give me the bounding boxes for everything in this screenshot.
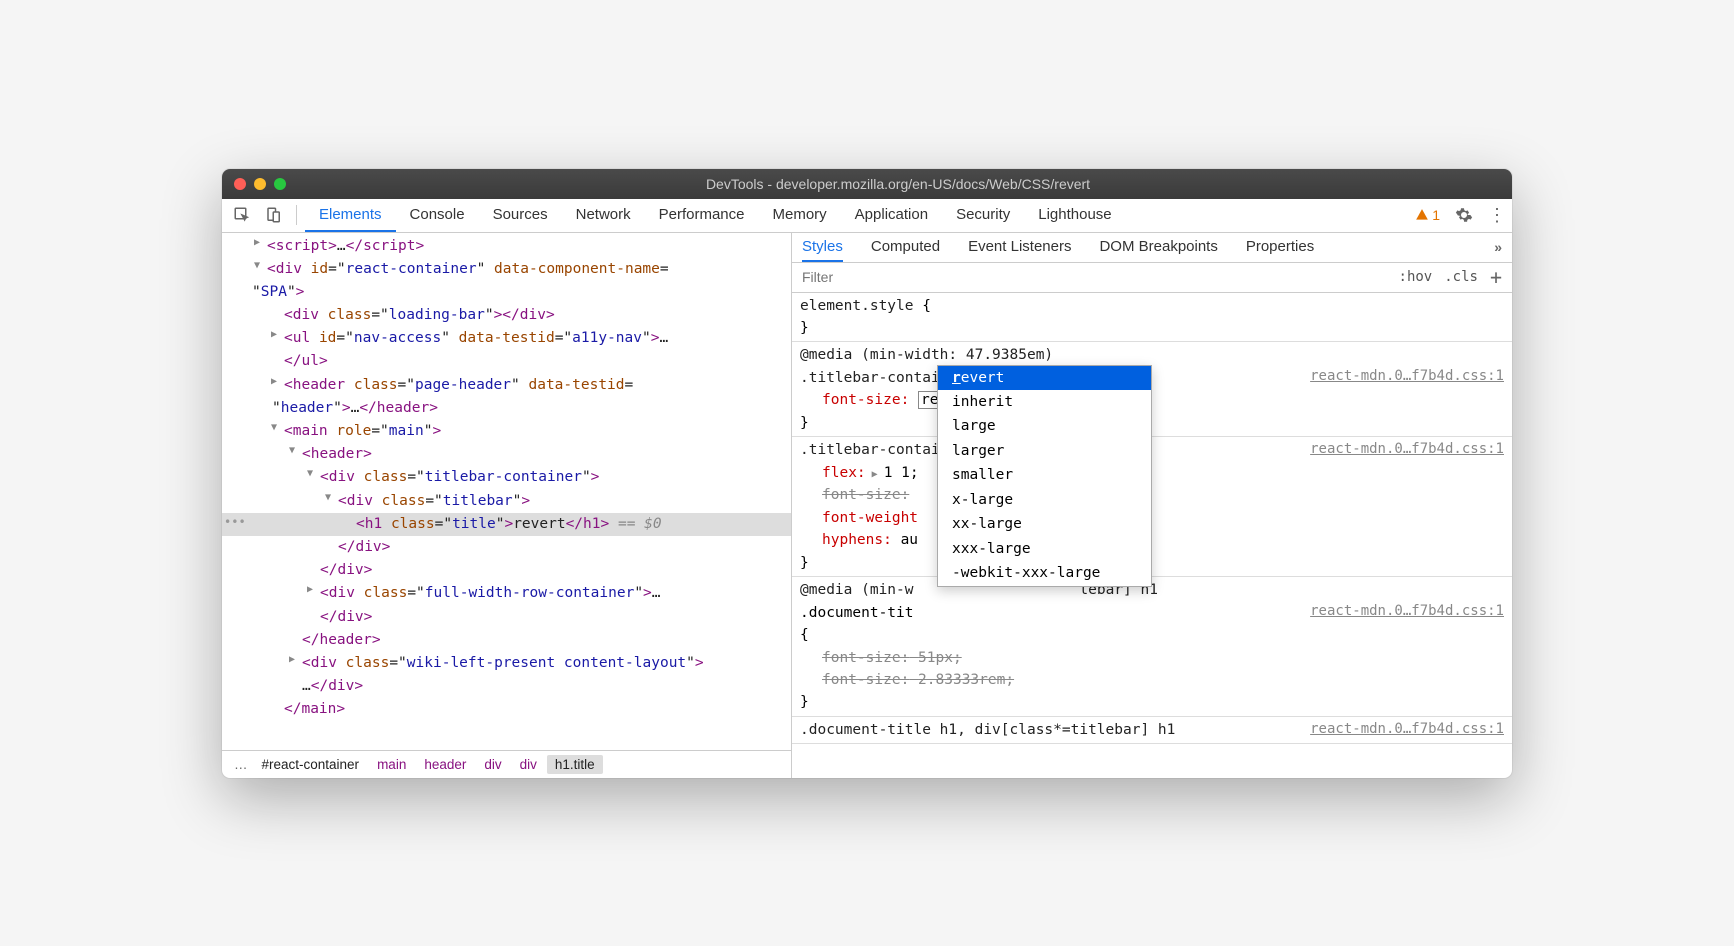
- styles-list[interactable]: element.style { } react-mdn.0…f7b4d.css:…: [792, 293, 1512, 778]
- sidebar-tabs: Styles Computed Event Listeners DOM Brea…: [792, 233, 1512, 263]
- new-rule-button[interactable]: +: [1490, 265, 1502, 289]
- tab-elements[interactable]: Elements: [305, 198, 396, 232]
- source-link[interactable]: react-mdn.0…f7b4d.css:1: [1310, 439, 1504, 461]
- tab-dom-breakpoints[interactable]: DOM Breakpoints: [1099, 233, 1217, 263]
- expand-icon[interactable]: [254, 235, 260, 251]
- breadcrumb-item[interactable]: h1.title: [547, 755, 603, 774]
- main-tabs: Elements Console Sources Network Perform…: [305, 198, 1126, 232]
- breadcrumb-item[interactable]: main: [369, 755, 414, 774]
- autocomplete-option[interactable]: x-large: [938, 488, 1151, 512]
- tab-console[interactable]: Console: [396, 198, 479, 232]
- more-tabs-icon[interactable]: »: [1494, 239, 1512, 255]
- autocomplete-option[interactable]: large: [938, 414, 1151, 438]
- breadcrumbs: … #react-container main header div div h…: [222, 750, 791, 778]
- styles-panel: Styles Computed Event Listeners DOM Brea…: [792, 233, 1512, 778]
- tab-sources[interactable]: Sources: [479, 198, 562, 232]
- tab-network[interactable]: Network: [562, 198, 645, 232]
- warnings-badge[interactable]: 1: [1415, 207, 1440, 223]
- autocomplete-option[interactable]: revert: [938, 366, 1151, 390]
- main-toolbar: Elements Console Sources Network Perform…: [222, 199, 1512, 233]
- breadcrumb-item[interactable]: div: [512, 755, 545, 774]
- dom-tree[interactable]: <script>…</script> <div id="react-contai…: [222, 233, 791, 750]
- breadcrumb-item[interactable]: #react-container: [254, 755, 368, 774]
- settings-icon[interactable]: [1450, 201, 1478, 229]
- source-link[interactable]: react-mdn.0…f7b4d.css:1: [1310, 719, 1504, 741]
- tab-properties[interactable]: Properties: [1246, 233, 1314, 263]
- breadcrumb-item[interactable]: div: [476, 755, 509, 774]
- collapse-icon[interactable]: [271, 420, 277, 436]
- window-title: DevTools - developer.mozilla.org/en-US/d…: [296, 176, 1500, 192]
- window-titlebar: DevTools - developer.mozilla.org/en-US/d…: [222, 169, 1512, 199]
- breadcrumb-overflow[interactable]: …: [230, 755, 252, 774]
- maximize-window-button[interactable]: [274, 178, 286, 190]
- close-window-button[interactable]: [234, 178, 246, 190]
- tab-computed[interactable]: Computed: [871, 233, 940, 263]
- expand-icon[interactable]: [271, 327, 277, 343]
- minimize-window-button[interactable]: [254, 178, 266, 190]
- source-link[interactable]: react-mdn.0…f7b4d.css:1: [1310, 601, 1504, 623]
- styles-filter-input[interactable]: [792, 263, 1389, 292]
- autocomplete-option[interactable]: inherit: [938, 390, 1151, 414]
- inspect-icon[interactable]: [228, 201, 256, 229]
- cls-toggle[interactable]: .cls: [1444, 269, 1478, 285]
- autocomplete-option[interactable]: smaller: [938, 463, 1151, 487]
- tab-event-listeners[interactable]: Event Listeners: [968, 233, 1071, 263]
- collapse-icon[interactable]: [254, 258, 260, 274]
- collapse-icon[interactable]: [325, 490, 331, 506]
- collapse-icon[interactable]: [289, 443, 295, 459]
- expand-icon[interactable]: [307, 582, 313, 598]
- device-toggle-icon[interactable]: [260, 201, 288, 229]
- tab-memory[interactable]: Memory: [759, 198, 841, 232]
- autocomplete-option[interactable]: xx-large: [938, 512, 1151, 536]
- autocomplete-popup: revert inherit large larger smaller x-la…: [937, 365, 1152, 587]
- dom-line-menu-icon[interactable]: •••: [224, 513, 246, 532]
- breadcrumb-item[interactable]: header: [416, 755, 474, 774]
- autocomplete-option[interactable]: xxx-large: [938, 537, 1151, 561]
- expand-icon[interactable]: [271, 374, 277, 390]
- more-menu-icon[interactable]: ⋮: [1488, 205, 1506, 226]
- expand-icon[interactable]: [289, 652, 295, 668]
- selected-dom-node[interactable]: •••<h1 class="title">revert</h1> == $0: [222, 513, 791, 536]
- autocomplete-option[interactable]: -webkit-xxx-large: [938, 561, 1151, 585]
- source-link[interactable]: react-mdn.0…f7b4d.css:1: [1310, 366, 1504, 388]
- collapse-icon[interactable]: [307, 466, 313, 482]
- hov-toggle[interactable]: :hov: [1399, 269, 1433, 285]
- tab-performance[interactable]: Performance: [645, 198, 759, 232]
- warnings-count: 1: [1432, 207, 1440, 223]
- tab-styles[interactable]: Styles: [802, 233, 843, 263]
- tab-security[interactable]: Security: [942, 198, 1024, 232]
- tab-lighthouse[interactable]: Lighthouse: [1024, 198, 1125, 232]
- tab-application[interactable]: Application: [841, 198, 942, 232]
- autocomplete-option[interactable]: larger: [938, 439, 1151, 463]
- elements-panel: <script>…</script> <div id="react-contai…: [222, 233, 792, 778]
